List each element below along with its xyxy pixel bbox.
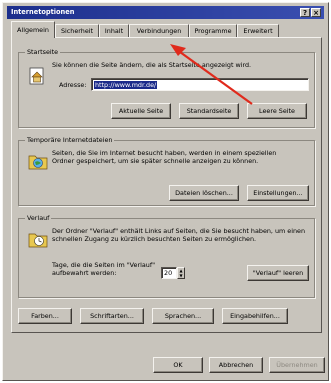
history-days-label: Tage, die die Seiten im "Verlauf" aufbew… xyxy=(52,261,156,277)
accessibility-button[interactable]: Eingabehilfen... xyxy=(222,308,288,324)
help-button[interactable]: ? xyxy=(300,8,310,17)
internet-options-dialog: Internetoptionen ? × Allgemein Sicherhei… xyxy=(2,2,329,381)
startseite-group: Startseite Sie können die Seite ändern, … xyxy=(18,48,315,128)
temp-files-legend: Temporäre Internetdateien xyxy=(25,136,115,144)
history-legend: Verlauf xyxy=(25,214,52,222)
tab-inhalt[interactable]: Inhalt xyxy=(99,24,129,37)
history-days-spinner[interactable]: ▲ ▼ xyxy=(177,267,185,279)
address-value: http://www.mdr.de/ xyxy=(94,81,158,89)
ok-button[interactable]: OK xyxy=(153,357,203,373)
history-days-value: 20 xyxy=(164,269,173,277)
apply-button[interactable]: Übernehmen xyxy=(269,357,325,373)
clear-history-button[interactable]: "Verlauf" leeren xyxy=(247,265,309,281)
languages-button[interactable]: Sprachen... xyxy=(152,308,214,324)
fonts-button[interactable]: Schriftarten... xyxy=(80,308,144,324)
tab-panel-allgemein: Startseite Sie können die Seite ändern, … xyxy=(11,37,322,333)
startseite-description: Sie können die Seite ändern, die als Sta… xyxy=(52,61,252,69)
history-folder-icon xyxy=(28,233,48,248)
address-label: Adresse: xyxy=(59,81,87,89)
history-description: Der Ordner "Verlauf" enthält Links auf S… xyxy=(52,227,306,243)
title-bar[interactable]: Internetoptionen ? × xyxy=(7,6,324,19)
default-page-button[interactable]: Standardseite xyxy=(179,103,239,119)
tab-sicherheit[interactable]: Sicherheit xyxy=(55,24,99,37)
temp-files-description: Seiten, die Sie im Internet besucht habe… xyxy=(52,149,277,165)
startseite-legend: Startseite xyxy=(25,48,61,56)
history-group: Verlauf Der Ordner "Verlauf" enthält Lin… xyxy=(18,214,315,298)
tab-allgemein[interactable]: Allgemein xyxy=(11,21,55,38)
colors-button[interactable]: Farben... xyxy=(18,308,72,324)
folder-globe-icon xyxy=(28,155,48,170)
history-days-input[interactable]: 20 xyxy=(161,267,177,279)
delete-files-button[interactable]: Dateien löschen... xyxy=(169,185,239,201)
close-button[interactable]: × xyxy=(311,8,321,17)
cancel-button[interactable]: Abbrechen xyxy=(209,357,263,373)
window-title: Internetoptionen xyxy=(11,8,75,16)
temp-settings-button[interactable]: Einstellungen... xyxy=(247,185,309,201)
home-page-icon xyxy=(29,67,44,85)
temp-files-group: Temporäre Internetdateien Seiten, die Si… xyxy=(18,136,315,206)
current-page-button[interactable]: Aktuelle Seite xyxy=(111,103,171,119)
tab-verbindungen[interactable]: Verbindungen xyxy=(129,24,189,37)
tab-programme[interactable]: Programme xyxy=(189,24,237,37)
address-input[interactable]: http://www.mdr.de/ xyxy=(91,78,309,91)
blank-page-button[interactable]: Leere Seite xyxy=(247,103,307,119)
tab-erweitert[interactable]: Erweitert xyxy=(237,24,279,37)
